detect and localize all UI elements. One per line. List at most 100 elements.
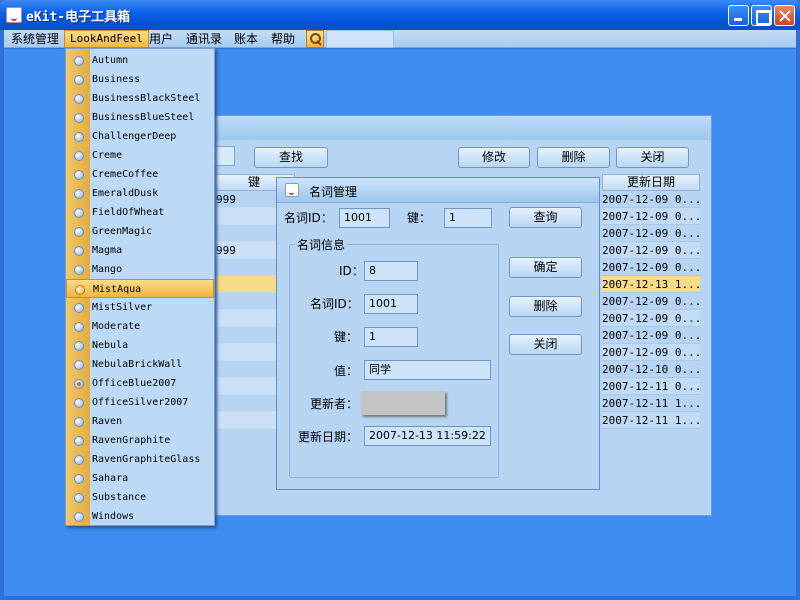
column-header-updated[interactable]: 更新日期: [602, 174, 700, 191]
find-button[interactable]: 查找: [254, 147, 328, 168]
laf-item-greenmagic[interactable]: GreenMagic: [66, 222, 214, 241]
laf-item-emeralddusk[interactable]: EmeraldDusk: [66, 184, 214, 203]
id-field[interactable]: 8: [364, 261, 418, 281]
laf-item-windows[interactable]: Windows: [66, 507, 214, 526]
date-cell[interactable]: 2007-12-10 0...: [602, 361, 700, 378]
menu-help[interactable]: 帮助: [266, 31, 300, 47]
noun-info-group-title: 名词信息: [295, 236, 348, 253]
value-label: 值：: [334, 364, 359, 378]
laf-item-nebula[interactable]: Nebula: [66, 336, 214, 355]
query-button[interactable]: 查询: [509, 207, 582, 228]
radio-icon: [74, 189, 84, 199]
delete-button[interactable]: 删除: [537, 147, 610, 168]
laf-item-label: BusinessBlueSteel: [92, 112, 195, 123]
laf-item-label: MistAqua: [93, 284, 142, 295]
radio-icon: [74, 474, 84, 484]
laf-item-substance[interactable]: Substance: [66, 488, 214, 507]
laf-item-businessblacksteel[interactable]: BusinessBlackSteel: [66, 89, 214, 108]
date-cell-selected[interactable]: 2007-12-13 1...: [602, 276, 700, 293]
search-input[interactable]: [213, 146, 235, 166]
radio-icon: [74, 398, 84, 408]
laf-item-business[interactable]: Business: [66, 70, 214, 89]
laf-item-officesilver2007[interactable]: OfficeSilver2007: [66, 393, 214, 412]
laf-item-fieldofwheat[interactable]: FieldOfWheat: [66, 203, 214, 222]
frame-title-bar[interactable]: [197, 116, 711, 140]
laf-item-mango[interactable]: Mango: [66, 260, 214, 279]
laf-item-raven[interactable]: Raven: [66, 412, 214, 431]
laf-item-autumn[interactable]: Autumn: [66, 51, 214, 70]
dialog-close-button[interactable]: 关闭: [509, 334, 582, 355]
menu-user[interactable]: 用户: [144, 31, 178, 47]
menu-contacts[interactable]: 通讯录: [181, 31, 227, 47]
noun-management-dialog: 名词管理 名词ID： 1001 键： 1 查询 名词信息 ID： 8 名词ID：…: [276, 177, 600, 490]
key-search-input[interactable]: 1: [444, 208, 492, 228]
window-title: eKit-电子工具箱: [26, 10, 131, 25]
updated-date-column: 更新日期 2007-12-09 0... 2007-12-09 0... 200…: [602, 174, 700, 429]
laf-item-label: Autumn: [92, 55, 129, 66]
date-cell[interactable]: 2007-12-09 0...: [602, 259, 700, 276]
date-cell[interactable]: 2007-12-11 1...: [602, 412, 700, 429]
laf-item-label: Substance: [92, 492, 147, 503]
laf-item-officeblue2007[interactable]: OfficeBlue2007: [66, 374, 214, 393]
date-cell[interactable]: 2007-12-09 0...: [602, 225, 700, 242]
date-cell[interactable]: 2007-12-09 0...: [602, 191, 700, 208]
laf-item-ravengraphite[interactable]: RavenGraphite: [66, 431, 214, 450]
title-bar[interactable]: eKit-电子工具箱: [0, 0, 800, 30]
laf-item-label: OfficeSilver2007: [92, 397, 189, 408]
close-window-button[interactable]: [774, 5, 795, 26]
java-app-icon: [285, 183, 299, 197]
laf-item-mistaqua[interactable]: MistAqua: [66, 279, 214, 298]
laf-item-mistsilver[interactable]: MistSilver: [66, 298, 214, 317]
ok-button[interactable]: 确定: [509, 257, 582, 278]
laf-item-businessbluesteel[interactable]: BusinessBlueSteel: [66, 108, 214, 127]
menu-ledger[interactable]: 账本: [229, 31, 263, 47]
updated-date-field[interactable]: 2007-12-13 11:59:22: [364, 426, 491, 446]
laf-item-ravengraphiteglass[interactable]: RavenGraphiteGlass: [66, 450, 214, 469]
updater-field[interactable]: [361, 391, 445, 415]
radio-icon: [74, 493, 84, 503]
date-cell[interactable]: 2007-12-11 1...: [602, 395, 700, 412]
laf-item-label: Nebula: [92, 340, 129, 351]
dialog-delete-button[interactable]: 删除: [509, 296, 582, 317]
date-cell[interactable]: 2007-12-09 0...: [602, 344, 700, 361]
menu-lookandfeel[interactable]: LookAndFeel: [64, 30, 149, 48]
menu-system[interactable]: 系统管理: [6, 31, 64, 47]
laf-item-label: RavenGraphite: [92, 435, 171, 446]
laf-item-sahara[interactable]: Sahara: [66, 469, 214, 488]
radio-icon: [74, 227, 84, 237]
key-field[interactable]: 1: [364, 327, 418, 347]
value-field[interactable]: 同学: [364, 360, 491, 380]
radio-icon: [74, 246, 84, 256]
laf-item-label: OfficeBlue2007: [92, 378, 177, 389]
radio-icon: [74, 151, 84, 161]
laf-item-label: Creme: [92, 150, 123, 161]
radio-icon: [74, 322, 84, 332]
search-icon[interactable]: [306, 30, 324, 48]
menu-search-field[interactable]: [326, 30, 394, 48]
noun-id-field[interactable]: 1001: [364, 294, 418, 314]
laf-item-magma[interactable]: Magma: [66, 241, 214, 260]
date-cell[interactable]: 2007-12-09 0...: [602, 293, 700, 310]
laf-item-nebulabrickwall[interactable]: NebulaBrickWall: [66, 355, 214, 374]
noun-id-search-input[interactable]: 1001: [339, 208, 390, 228]
close-frame-button[interactable]: 关闭: [616, 147, 689, 168]
laf-item-challengerdeep[interactable]: ChallengerDeep: [66, 127, 214, 146]
edit-button[interactable]: 修改: [458, 147, 530, 168]
date-cell[interactable]: 2007-12-09 0...: [602, 208, 700, 225]
laf-item-moderate[interactable]: Moderate: [66, 317, 214, 336]
date-cell[interactable]: 2007-12-09 0...: [602, 327, 700, 344]
radio-icon: [74, 265, 84, 275]
radio-icon: [74, 132, 84, 142]
maximize-button[interactable]: [751, 5, 772, 26]
lookandfeel-menu: Autumn Business BusinessBlackSteel Busin…: [65, 48, 215, 526]
laf-item-label: NebulaBrickWall: [92, 359, 183, 370]
laf-item-cremecoffee[interactable]: CremeCoffee: [66, 165, 214, 184]
date-cell[interactable]: 2007-12-09 0...: [602, 242, 700, 259]
radio-icon: [74, 341, 84, 351]
date-cell[interactable]: 2007-12-11 0...: [602, 378, 700, 395]
date-cell[interactable]: 2007-12-09 0...: [602, 310, 700, 327]
dialog-title-bar[interactable]: 名词管理: [277, 178, 599, 203]
dialog-title: 名词管理: [309, 185, 358, 199]
minimize-button[interactable]: [728, 5, 749, 26]
laf-item-creme[interactable]: Creme: [66, 146, 214, 165]
